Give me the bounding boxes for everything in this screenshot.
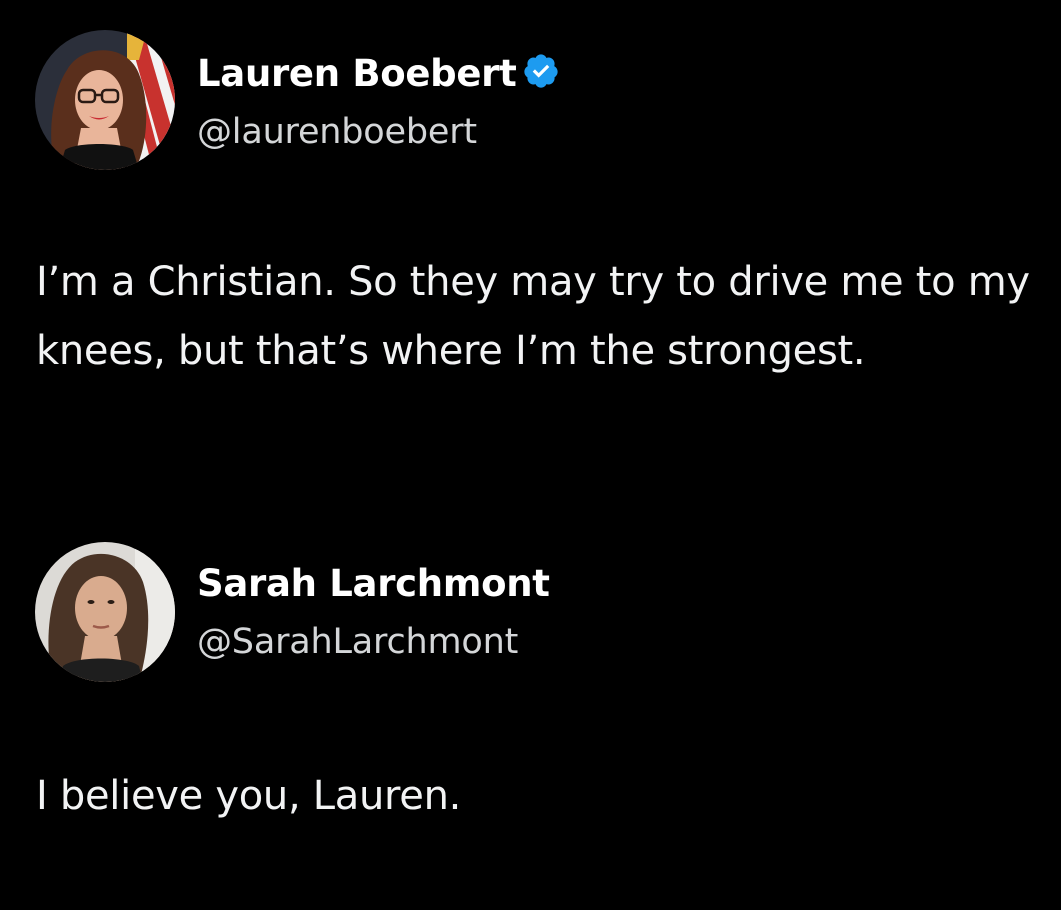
display-name[interactable]: Sarah Larchmont xyxy=(197,562,550,605)
avatar-photo-icon xyxy=(35,542,175,682)
tweet-reply: Sarah Larchmont @SarahLarchmont I believ… xyxy=(0,540,1061,819)
tweet-original: Lauren Boebert @laurenboebert I’m a Chri… xyxy=(0,30,1061,374)
avatar-photo-icon xyxy=(35,30,175,170)
tweet-text: I believe you, Lauren. xyxy=(36,773,462,819)
verified-badge-icon xyxy=(524,54,559,88)
tweet-text: I’m a Christian. So they may try to driv… xyxy=(36,259,1030,374)
tweet-header: Lauren Boebert @laurenboebert xyxy=(0,30,1061,170)
avatar[interactable] xyxy=(35,30,175,170)
user-handle[interactable]: @SarahLarchmont xyxy=(197,622,518,662)
avatar[interactable] xyxy=(35,542,175,682)
display-name-text: Sarah Larchmont xyxy=(197,562,550,605)
display-name-text: Lauren Boebert xyxy=(197,52,517,95)
tweet-header: Sarah Larchmont @SarahLarchmont xyxy=(0,540,1061,682)
display-name[interactable]: Lauren Boebert xyxy=(197,52,560,95)
user-handle[interactable]: @laurenboebert xyxy=(197,112,477,152)
